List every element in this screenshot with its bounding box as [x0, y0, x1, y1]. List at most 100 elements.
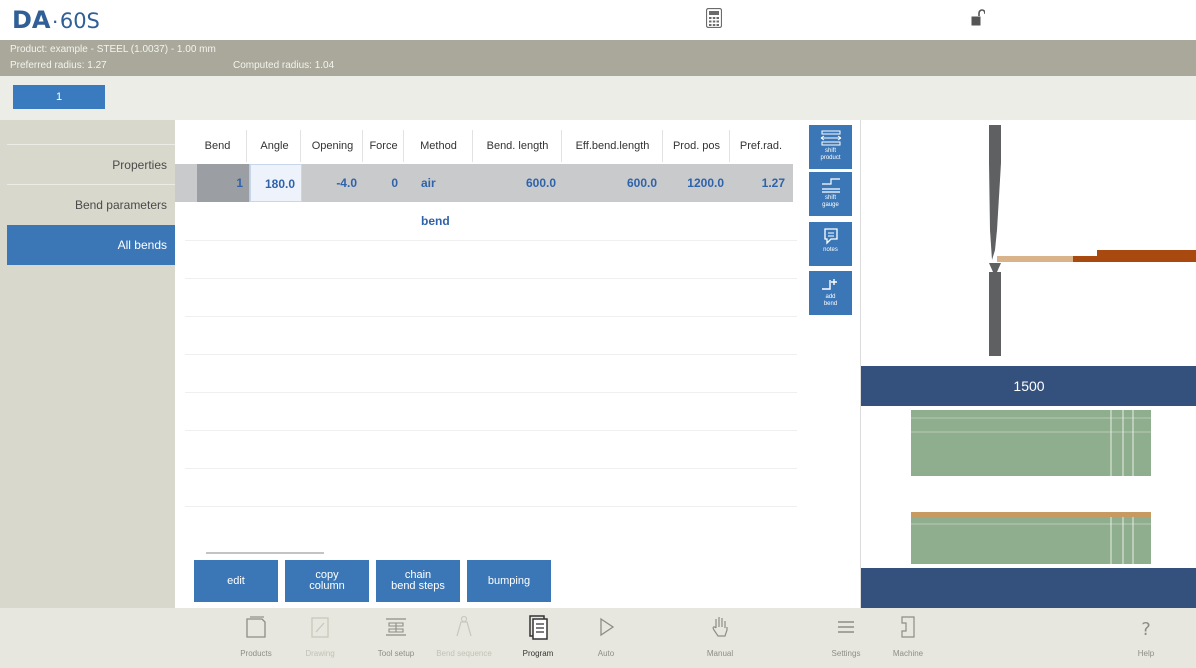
- cell-force[interactable]: 0: [364, 164, 404, 202]
- product-tab-row: 1: [0, 76, 1196, 120]
- product-description: Product: example - STEEL (1.0037) - 1.00…: [10, 44, 216, 55]
- nav-tool-setup[interactable]: Tool setup: [366, 608, 426, 668]
- nav-program[interactable]: Program: [508, 608, 568, 668]
- sheet-flange: [1097, 250, 1196, 256]
- app-window: DA · 60S Product: example - STEEL (1.003…: [0, 0, 1196, 668]
- cell-prod-pos[interactable]: 1200.0: [664, 164, 730, 202]
- nav-settings[interactable]: Settings: [816, 608, 876, 668]
- shift-gauge-icon: [821, 178, 840, 193]
- table-row-divider: [185, 316, 797, 317]
- col-force: Force: [364, 130, 404, 162]
- nav-auto[interactable]: Auto: [576, 608, 636, 668]
- cell-opening[interactable]: -4.0: [303, 164, 363, 202]
- cell-angle[interactable]: 180.0: [250, 164, 302, 202]
- logo-model: 60S: [59, 9, 100, 33]
- nav-auto-label: Auto: [597, 649, 615, 658]
- table-length-value: 1500: [1013, 378, 1045, 394]
- table-row-divider: [185, 392, 797, 393]
- edit-button[interactable]: edit: [194, 560, 278, 602]
- nav-help[interactable]: ? Help: [1116, 608, 1176, 668]
- die-segment-lines: [911, 512, 1151, 564]
- copy-column-label-2: column: [309, 580, 345, 592]
- die: [989, 263, 1001, 356]
- nav-drawing-label: Drawing: [305, 649, 335, 658]
- shift-gauge-label-2: gauge: [822, 202, 839, 208]
- table-row[interactable]: 1 180.0 -4.0 0 air bend 600.0 600.0 1200…: [175, 164, 793, 228]
- shift-product-label-2: product: [820, 155, 841, 161]
- left-nav: Properties Bend parameters All bends: [0, 120, 175, 608]
- bend-graphic-panel: 1500: [860, 120, 1196, 608]
- nav-machine[interactable]: Machine: [878, 608, 938, 668]
- nav-settings-label: Settings: [831, 649, 861, 658]
- table-row-divider: [185, 430, 797, 431]
- sheet-light: [997, 256, 1073, 262]
- bumping-button[interactable]: bumping: [467, 560, 551, 602]
- nav-tool-setup-label: Tool setup: [377, 649, 415, 658]
- calculator-icon[interactable]: [706, 8, 722, 28]
- edit-button-label: edit: [227, 574, 245, 587]
- nav-drawing[interactable]: Drawing: [290, 608, 350, 668]
- table-header: Bend Angle Opening Force Method Bend. le…: [175, 130, 803, 162]
- lower-table-band: [861, 568, 1196, 608]
- product-tab-1[interactable]: 1: [13, 85, 105, 109]
- add-bend-button[interactable]: add bend: [809, 271, 852, 315]
- col-pref-rad: Pref.rad.: [739, 140, 783, 152]
- logo-dot: ·: [51, 8, 59, 33]
- drawing-icon: [311, 617, 329, 638]
- preferred-radius: Preferred radius: 1.27: [10, 60, 107, 71]
- nav-manual-label: Manual: [706, 649, 734, 658]
- nav-manual[interactable]: Manual: [690, 608, 750, 668]
- shift-product-label-1: shift: [824, 148, 836, 154]
- top-bar: DA · 60S: [0, 0, 1196, 38]
- col-prod-pos: Prod. pos: [664, 130, 730, 162]
- col-method: Method: [405, 130, 473, 162]
- bottom-nav: Products Drawing Tool setup Bend sequenc…: [0, 608, 1196, 668]
- cell-bend-length[interactable]: 600.0: [474, 164, 562, 202]
- horizontal-scrollbar[interactable]: [206, 552, 324, 554]
- shift-gauge-button[interactable]: shift gauge: [809, 172, 852, 216]
- nav-bend-sequence[interactable]: Bend sequence: [434, 608, 494, 668]
- nav-bend-parameters[interactable]: Bend parameters: [7, 184, 175, 224]
- shift-product-icon: [820, 130, 841, 146]
- col-eff-bend-length: Eff.bend.length: [563, 130, 663, 162]
- cell-eff-bend-length[interactable]: 600.0: [563, 164, 663, 202]
- computed-radius: Computed radius: 1.04: [233, 60, 335, 71]
- table-row-divider: [185, 506, 797, 507]
- die-front-view: [911, 512, 1151, 564]
- notes-button[interactable]: notes: [809, 222, 852, 266]
- nav-properties[interactable]: Properties: [7, 144, 175, 184]
- copy-column-button[interactable]: copy column: [285, 560, 369, 602]
- add-bend-icon: [821, 279, 837, 290]
- cell-method[interactable]: air bend: [405, 164, 473, 228]
- side-view-graphic: [989, 125, 1196, 356]
- cell-pref-rad[interactable]: 1.27: [731, 164, 791, 202]
- punch-segment-lines: [911, 410, 1151, 476]
- cell-bend[interactable]: 1: [197, 164, 249, 202]
- bends-table-area: Bend Angle Opening Force Method Bend. le…: [175, 120, 803, 608]
- shift-product-button[interactable]: shift product: [809, 125, 852, 169]
- program-icon: [529, 615, 548, 640]
- bend-sequence-icon: [456, 615, 472, 637]
- punch-front-view: [911, 410, 1151, 476]
- nav-help-label: Help: [1137, 649, 1155, 658]
- col-bend-length: Bend. length: [474, 130, 562, 162]
- col-bend: Bend: [189, 130, 247, 162]
- nav-program-label: Program: [522, 649, 554, 658]
- sheet-dark: [1073, 256, 1196, 262]
- nav-products-label: Products: [240, 649, 272, 658]
- logo-brand: DA: [12, 6, 51, 34]
- add-bend-label-2: bend: [823, 301, 838, 307]
- nav-all-bends[interactable]: All bends: [7, 225, 175, 265]
- col-angle: Angle: [249, 130, 301, 162]
- table-row-divider: [185, 240, 797, 241]
- unlock-icon[interactable]: [971, 9, 985, 27]
- app-logo: DA · 60S: [12, 6, 100, 34]
- machine-icon: [901, 616, 915, 638]
- nav-products[interactable]: Products: [226, 608, 286, 668]
- chain-bend-steps-button[interactable]: chain bend steps: [376, 560, 460, 602]
- chain-label-2: bend steps: [391, 580, 445, 592]
- nav-machine-label: Machine: [892, 649, 924, 658]
- settings-icon: [838, 621, 854, 633]
- nav-bend-sequence-label: Bend sequence: [436, 649, 492, 658]
- svg-text:?: ?: [1141, 619, 1151, 640]
